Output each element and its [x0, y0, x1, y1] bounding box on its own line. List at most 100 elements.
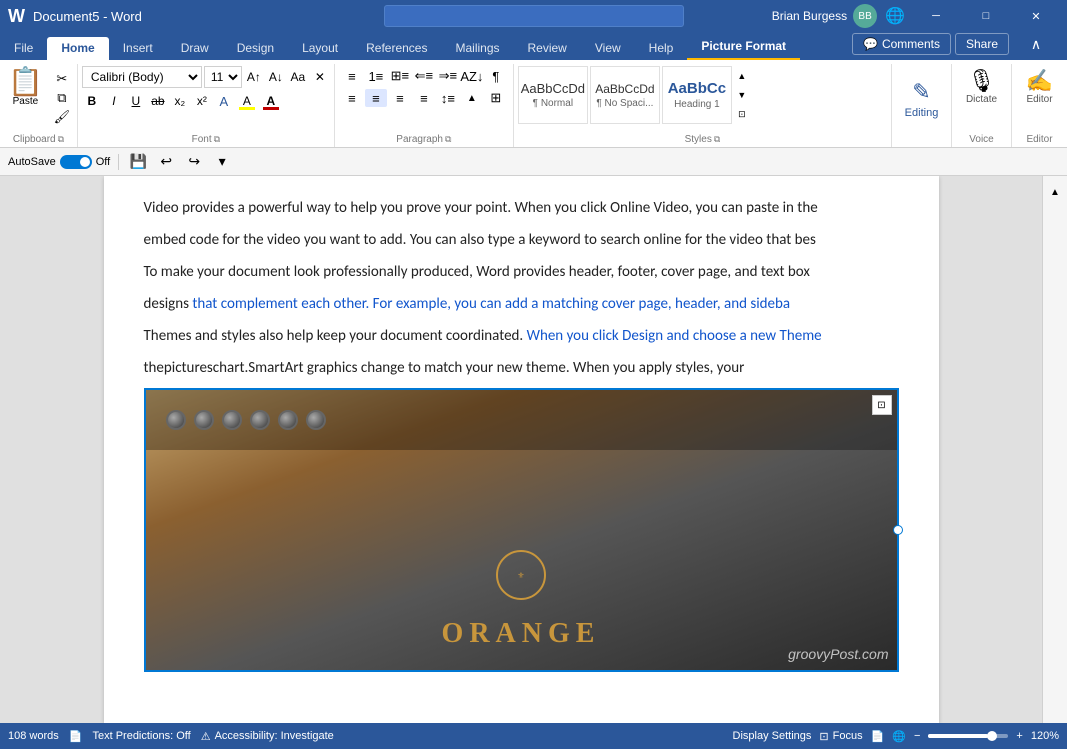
bullets-button[interactable]: ≡: [341, 67, 363, 85]
numbering-button[interactable]: 1≡: [365, 67, 387, 85]
document-area: Video provides a powerful way to help yo…: [0, 176, 1067, 723]
share-button[interactable]: Share: [955, 33, 1009, 55]
title-bar-search-area[interactable]: [384, 5, 684, 27]
style-normal[interactable]: AaBbCcDd ¶ Normal: [518, 66, 588, 124]
decrease-indent-button[interactable]: ⇐≡: [413, 67, 435, 85]
globe-button[interactable]: 🌐: [885, 6, 905, 26]
styles-scroll-down[interactable]: ▼: [734, 90, 750, 100]
highlight-color-button[interactable]: A: [236, 90, 258, 112]
text-predictions[interactable]: Text Predictions: Off: [92, 730, 190, 742]
tab-draw[interactable]: Draw: [167, 37, 223, 60]
styles-expand-icon[interactable]: ⧉: [714, 134, 720, 145]
sort-button[interactable]: AZ↓: [461, 67, 483, 85]
customize-qat-button[interactable]: ▾: [211, 151, 233, 173]
tab-references[interactable]: References: [352, 37, 441, 60]
paragraph-section: ≡ 1≡ ⊞≡ ⇐≡ ⇒≡ AZ↓ ¶ ≡ ≡ ≡ ≡ ↕≡ ▲ ⊞ Parag…: [335, 64, 514, 147]
show-marks-button[interactable]: ¶: [485, 67, 507, 85]
decrease-font-button[interactable]: A↓: [266, 66, 286, 88]
ribbon-toolbar: 📋 Paste ✂ ⧉ 🖌 Clipboard ⧉ Calibri (Body)…: [0, 60, 1067, 148]
scroll-up-button[interactable]: ▲: [1047, 184, 1063, 200]
tab-layout[interactable]: Layout: [288, 37, 352, 60]
font-row-2: B I U ab x₂ x² A A A: [82, 90, 330, 112]
accessibility-checker[interactable]: ⚠ Accessibility: Investigate: [201, 730, 334, 743]
tab-design[interactable]: Design: [223, 37, 288, 60]
superscript-button[interactable]: x²: [192, 90, 212, 112]
increase-indent-button[interactable]: ⇒≡: [437, 67, 459, 85]
text-effects-button[interactable]: A: [214, 90, 234, 112]
bold-button[interactable]: B: [82, 90, 102, 112]
font-size-select[interactable]: 11: [204, 66, 242, 88]
increase-font-button[interactable]: A↑: [244, 66, 264, 88]
align-center-button[interactable]: ≡: [365, 89, 387, 107]
autosave-toggle[interactable]: [60, 155, 92, 169]
zoom-out-button[interactable]: −: [914, 730, 920, 742]
editor-section[interactable]: ✍ Editor Editor: [1012, 64, 1067, 147]
web-layout-button[interactable]: 🌐: [892, 730, 906, 743]
document-sidebar: ▲: [1042, 176, 1067, 723]
zoom-slider[interactable]: [928, 734, 1008, 738]
styles-expand[interactable]: ⊡: [734, 109, 750, 120]
tab-review[interactable]: Review: [514, 37, 581, 60]
styles-section: AaBbCcDd ¶ Normal AaBbCcDd ¶ No Spaci...…: [514, 64, 892, 147]
case-button[interactable]: Aa: [288, 66, 308, 88]
style-no-space[interactable]: AaBbCcDd ¶ No Spaci...: [590, 66, 660, 124]
amp-knob-5: [278, 410, 298, 430]
zoom-percent[interactable]: 120%: [1031, 730, 1059, 742]
strikethrough-button[interactable]: ab: [148, 90, 168, 112]
editing-label: Editing: [905, 107, 939, 119]
justify-button[interactable]: ≡: [413, 89, 435, 107]
display-settings[interactable]: Display Settings: [733, 730, 812, 742]
cut-button[interactable]: ✂: [51, 70, 73, 88]
highlight-color-bar: [239, 107, 255, 110]
borders-button[interactable]: ⊞: [485, 89, 507, 107]
multilevel-button[interactable]: ⊞≡: [389, 67, 411, 85]
styles-scroll[interactable]: ▲ ▼ ⊡: [734, 66, 750, 124]
font-expand-icon[interactable]: ⧉: [214, 134, 220, 145]
proofing-icon[interactable]: 📄: [69, 730, 83, 743]
shading-button[interactable]: ▲: [461, 89, 483, 107]
subscript-button[interactable]: x₂: [170, 90, 190, 112]
title-bar-search[interactable]: [384, 5, 684, 27]
save-button[interactable]: 💾: [127, 151, 149, 173]
font-color-button[interactable]: A: [260, 90, 282, 112]
format-painter-button[interactable]: 🖌: [51, 108, 73, 126]
align-left-button[interactable]: ≡: [341, 89, 363, 107]
tab-view[interactable]: View: [581, 37, 635, 60]
tab-mailings[interactable]: Mailings: [441, 37, 513, 60]
focus-mode[interactable]: ⊡ Focus: [819, 730, 862, 743]
text-predictions-label: Text Predictions: Off: [92, 730, 190, 742]
voice-section[interactable]: 🎙 Dictate Voice: [952, 64, 1012, 147]
editing-section[interactable]: ✎ Editing: [892, 64, 952, 147]
copy-button[interactable]: ⧉: [51, 89, 73, 107]
style-heading1-label: Heading 1: [674, 99, 720, 110]
redo-button[interactable]: ↪: [183, 151, 205, 173]
paragraph-expand-icon[interactable]: ⧉: [445, 134, 451, 145]
align-right-button[interactable]: ≡: [389, 89, 411, 107]
font-name-select[interactable]: Calibri (Body): [82, 66, 202, 88]
image-resize-handle[interactable]: [893, 525, 903, 535]
styles-scroll-up[interactable]: ▲: [734, 71, 750, 81]
zoom-percent-label: 120%: [1031, 730, 1059, 742]
tab-insert[interactable]: Insert: [109, 37, 167, 60]
comments-button[interactable]: 💬 Comments: [852, 33, 951, 55]
italic-button[interactable]: I: [104, 90, 124, 112]
style-heading1[interactable]: AaBbCc Heading 1: [662, 66, 732, 124]
clipboard-expand-icon[interactable]: ⧉: [58, 134, 64, 145]
tab-home[interactable]: Home: [47, 37, 108, 60]
tab-help[interactable]: Help: [635, 37, 688, 60]
paste-button[interactable]: 📋 Paste: [4, 66, 47, 129]
ribbon-collapse-button[interactable]: ∧: [1013, 28, 1059, 60]
clear-format-button[interactable]: ✕: [310, 66, 330, 88]
font-color-bar: [263, 107, 279, 110]
undo-button[interactable]: ↩: [155, 151, 177, 173]
layout-options-button[interactable]: ⊡: [872, 395, 892, 415]
zoom-in-button[interactable]: +: [1016, 730, 1022, 742]
amp-knob-3: [222, 410, 242, 430]
tab-file[interactable]: File: [0, 37, 47, 60]
word-count[interactable]: 108 words: [8, 730, 59, 742]
print-layout-button[interactable]: 📄: [871, 730, 885, 743]
image-container[interactable]: ORANGE ⚜ groovyPost.com ⊡: [144, 388, 899, 672]
line-spacing-button[interactable]: ↕≡: [437, 89, 459, 107]
underline-button[interactable]: U: [126, 90, 146, 112]
tab-picture-format[interactable]: Picture Format: [687, 35, 800, 60]
